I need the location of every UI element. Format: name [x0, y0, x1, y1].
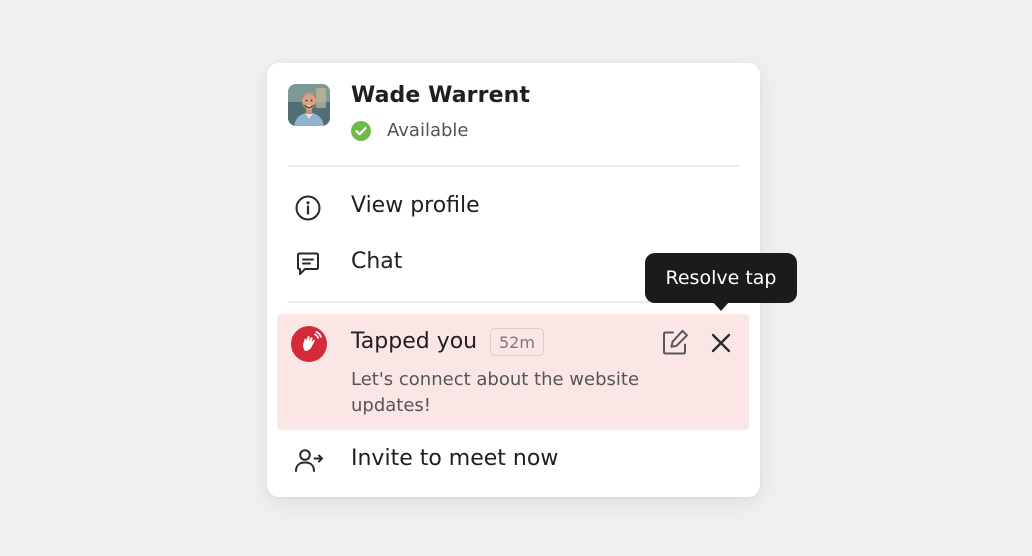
menu-item-label: Chat [351, 249, 403, 274]
divider [288, 165, 739, 167]
tap-hand-icon [291, 326, 327, 362]
chat-icon [294, 250, 322, 278]
user-name: Wade Warrent [351, 83, 530, 108]
tap-message: Let's connect about the website updates! [351, 369, 640, 416]
menu-item-invite[interactable]: Invite to meet now [267, 437, 760, 481]
status-text: Available [387, 120, 469, 141]
menu-item-label: View profile [351, 193, 480, 218]
tooltip-label: Resolve tap [665, 267, 777, 289]
avatar[interactable] [288, 84, 330, 126]
profile-header: Wade Warrent Available [267, 63, 760, 166]
edit-icon[interactable] [659, 327, 691, 359]
check-circle-icon [351, 121, 371, 141]
invite-user-icon [294, 447, 323, 475]
menu-item-label: Invite to meet now [351, 446, 559, 471]
timestamp-badge: 52m [490, 328, 544, 356]
resolve-tap-tooltip: Resolve tap [645, 253, 797, 311]
tap-notification[interactable]: Tapped you 52m Let's connect about the w… [277, 314, 749, 430]
tap-title: Tapped you [351, 329, 478, 354]
tooltip-arrow [712, 301, 730, 311]
close-icon[interactable] [706, 328, 736, 358]
menu-item-view-profile[interactable]: View profile [267, 184, 760, 228]
info-icon [294, 194, 322, 222]
